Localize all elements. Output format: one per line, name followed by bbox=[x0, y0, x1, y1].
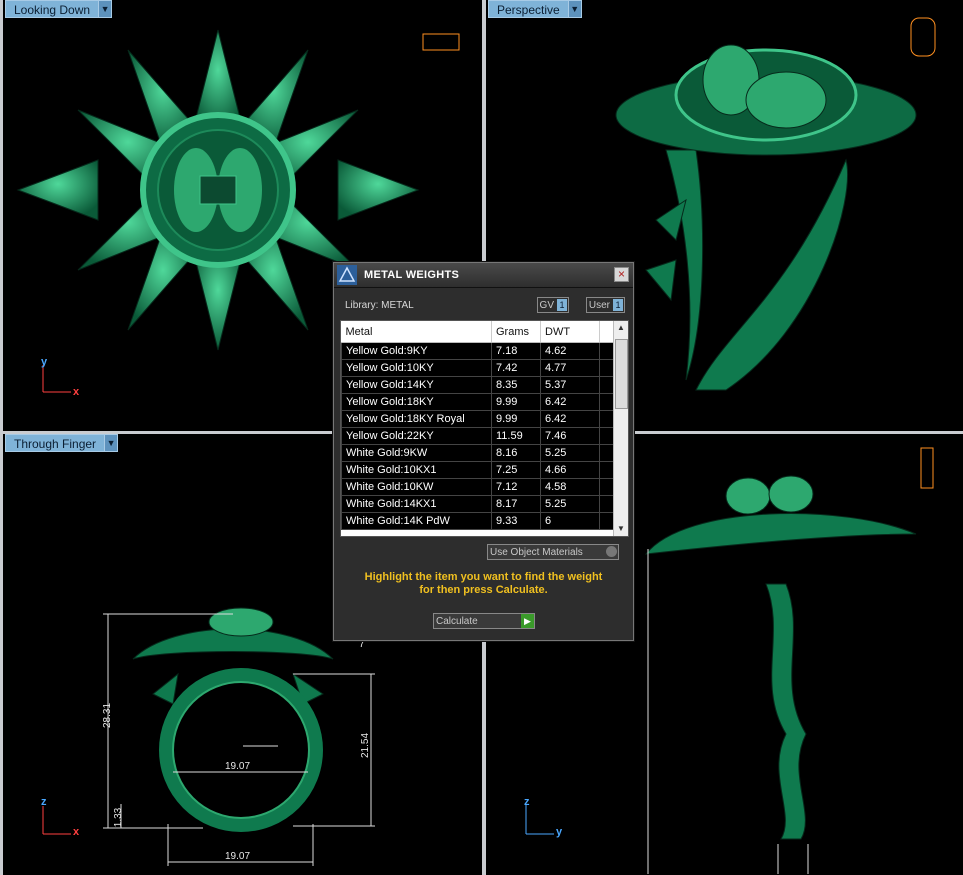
cell-dwt: 6 bbox=[540, 512, 600, 530]
table-row[interactable]: Yellow Gold:14KY 8.35 5.37 bbox=[341, 376, 614, 394]
dim-width-bottom: 19.07 bbox=[225, 851, 251, 862]
cell-metal: Yellow Gold:18KY bbox=[341, 393, 492, 411]
metal-table: Metal Grams DWT Yellow Gold:9KY 7.18 4.62 Y… bbox=[341, 321, 614, 530]
dropdown-arrow-icon[interactable]: ▼ bbox=[105, 434, 119, 452]
cell-grams: 7.42 bbox=[491, 359, 541, 377]
table-row[interactable]: Yellow Gold:18KY Royal 9.99 6.42 bbox=[341, 410, 614, 428]
checkbox-icon[interactable] bbox=[606, 546, 617, 557]
cell-grams: 8.17 bbox=[491, 495, 541, 513]
column-header-dwt[interactable]: DWT bbox=[540, 321, 600, 343]
cell-grams: 7.25 bbox=[491, 461, 541, 479]
axis-y-label: y bbox=[556, 826, 563, 838]
axis-z-label: z bbox=[41, 796, 47, 808]
table-row[interactable]: White Gold:10KX1 7.25 4.66 bbox=[341, 461, 614, 479]
viewport-label-perspective[interactable]: Perspective ▼ bbox=[488, 0, 582, 18]
axis-x-label: x bbox=[73, 386, 80, 398]
app-icon bbox=[337, 265, 357, 285]
cell-metal: White Gold:14K PdW bbox=[341, 512, 492, 530]
table-row[interactable]: White Gold:14K PdW 9.33 6 bbox=[341, 512, 614, 530]
library-row: Library: METAL GV 1 User 1 bbox=[345, 297, 625, 313]
dim-width-top: 19.07 bbox=[225, 761, 251, 772]
metal-weights-dialog[interactable]: METAL WEIGHTS × Library: METAL GV 1 User… bbox=[333, 262, 634, 641]
axis-x-label: x bbox=[73, 826, 80, 838]
cell-metal: Yellow Gold:10KY bbox=[341, 359, 492, 377]
cell-metal: Yellow Gold:18KY Royal bbox=[341, 410, 492, 428]
metal-table-container[interactable]: Metal Grams DWT Yellow Gold:9KY 7.18 4.62 Y… bbox=[340, 320, 629, 537]
instruction-text: Highlight the item you want to find the … bbox=[364, 571, 603, 596]
cell-metal: White Gold:14KX1 bbox=[341, 495, 492, 513]
axis-y-label: y bbox=[41, 356, 48, 368]
cell-grams: 8.16 bbox=[491, 444, 541, 462]
cell-metal: White Gold:9KW bbox=[341, 444, 492, 462]
scroll-thumb[interactable] bbox=[615, 339, 628, 409]
cell-grams: 9.99 bbox=[491, 410, 541, 428]
table-row[interactable]: Yellow Gold:18KY 9.99 6.42 bbox=[341, 393, 614, 411]
table-scrollbar[interactable]: ▲ ▼ bbox=[613, 321, 628, 536]
cell-dwt: 5.37 bbox=[540, 376, 600, 394]
cell-dwt: 6.42 bbox=[540, 393, 600, 411]
dim-shank: 1.33 bbox=[113, 807, 125, 828]
cell-dwt: 4.66 bbox=[540, 461, 600, 479]
scroll-down-icon[interactable]: ▼ bbox=[614, 522, 628, 536]
table-row[interactable]: Yellow Gold:10KY 7.42 4.77 bbox=[341, 359, 614, 377]
axis-z-label: z bbox=[524, 796, 530, 808]
use-object-materials-checkbox[interactable]: Use Object Materials bbox=[487, 544, 619, 560]
cell-dwt: 4.58 bbox=[540, 478, 600, 496]
calculate-button[interactable]: Calculate ▶ bbox=[433, 613, 535, 629]
cell-dwt: 5.25 bbox=[540, 495, 600, 513]
cell-metal: Yellow Gold:9KY bbox=[341, 342, 492, 360]
cell-grams: 11.59 bbox=[491, 427, 541, 445]
cell-grams: 9.99 bbox=[491, 393, 541, 411]
table-row[interactable]: Yellow Gold:22KY 11.59 7.46 bbox=[341, 427, 614, 445]
cell-dwt: 4.62 bbox=[540, 342, 600, 360]
cell-dwt: 4.77 bbox=[540, 359, 600, 377]
library-label: Library: METAL bbox=[345, 299, 414, 311]
gv-toggle[interactable]: GV 1 bbox=[536, 297, 569, 313]
cell-grams: 7.18 bbox=[491, 342, 541, 360]
table-row[interactable]: White Gold:10KW 7.12 4.58 bbox=[341, 478, 614, 496]
user-toggle[interactable]: User 1 bbox=[585, 297, 625, 313]
cell-dwt: 7.46 bbox=[540, 427, 600, 445]
dim-height: 28.31 bbox=[102, 702, 114, 729]
dialog-titlebar[interactable]: METAL WEIGHTS × bbox=[334, 263, 633, 288]
play-arrow-icon[interactable]: ▶ bbox=[521, 614, 534, 628]
table-row[interactable]: White Gold:9KW 8.16 5.25 bbox=[341, 444, 614, 462]
scroll-up-icon[interactable]: ▲ bbox=[614, 321, 628, 335]
cell-grams: 9.33 bbox=[491, 512, 541, 530]
cell-grams: 7.12 bbox=[491, 478, 541, 496]
cell-dwt: 5.25 bbox=[540, 444, 600, 462]
cell-grams: 8.35 bbox=[491, 376, 541, 394]
cell-metal: White Gold:10KX1 bbox=[341, 461, 492, 479]
table-header-row: Metal Grams DWT bbox=[341, 321, 614, 343]
cell-dwt: 6.42 bbox=[540, 410, 600, 428]
cell-metal: Yellow Gold:22KY bbox=[341, 427, 492, 445]
viewport-label-through-finger[interactable]: Through Finger ▼ bbox=[5, 434, 119, 452]
dropdown-arrow-icon[interactable]: ▼ bbox=[568, 0, 582, 18]
table-row[interactable]: Yellow Gold:9KY 7.18 4.62 bbox=[341, 342, 614, 360]
cell-metal: White Gold:10KW bbox=[341, 478, 492, 496]
dim-inner: 21.54 bbox=[360, 732, 372, 759]
table-row[interactable]: White Gold:14KX1 8.17 5.25 bbox=[341, 495, 614, 513]
column-header-grams[interactable]: Grams bbox=[491, 321, 541, 343]
column-header-metal[interactable]: Metal bbox=[341, 321, 492, 343]
dialog-title: METAL WEIGHTS bbox=[364, 269, 460, 281]
cell-metal: Yellow Gold:14KY bbox=[341, 376, 492, 394]
close-icon[interactable]: × bbox=[614, 267, 629, 282]
